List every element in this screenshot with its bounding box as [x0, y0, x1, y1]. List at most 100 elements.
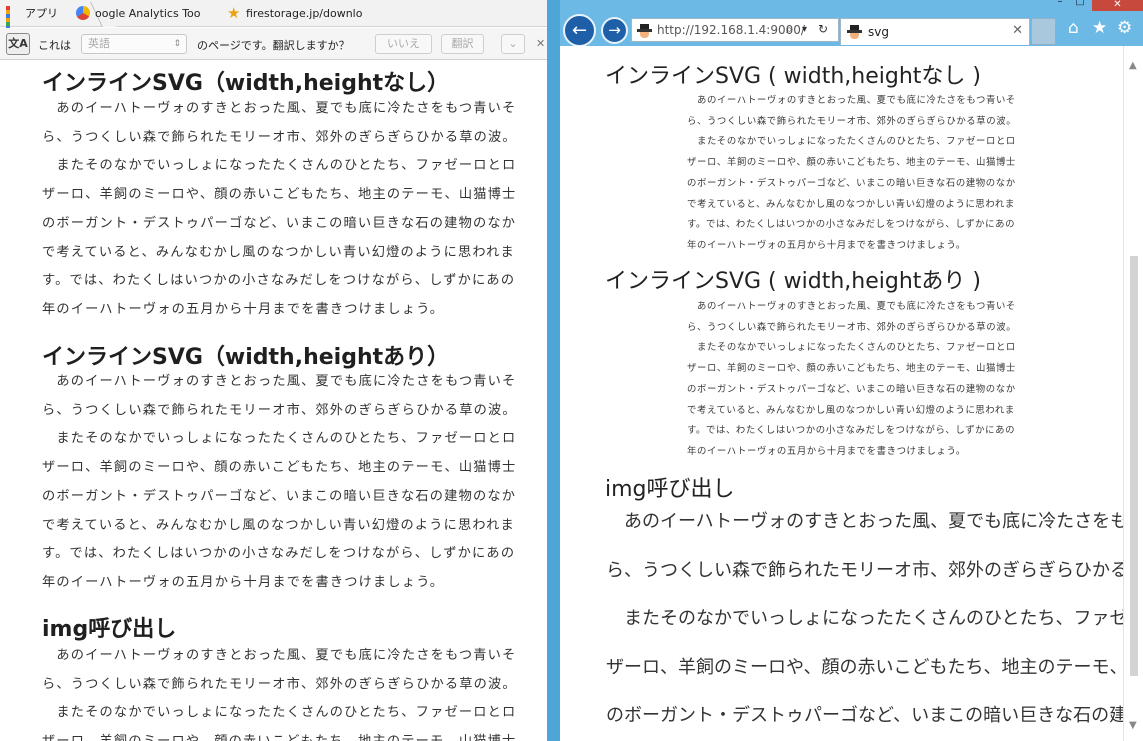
text-line: またそのなかでいっしょになったたくさんのひとたち、ファゼーロとロ	[623, 608, 1123, 629]
google-analytics-icon	[76, 6, 90, 20]
text-line: で考えていると、みんなむかし風のなつかしい青い幻燈のように思われま	[687, 198, 1015, 210]
text-line: あのイーハトーヴォのすきとおった風、夏でも底に冷たさをもつ青いそ	[42, 374, 517, 389]
text-line: あのイーハトーヴォのすきとおった風、夏でも底に冷たさをもつ青いそ	[687, 301, 1016, 312]
back-button[interactable]: ←	[563, 14, 596, 47]
text-line: ザーロ、羊飼のミーロや、顔の赤いこどもたち、地主のテーモ、山猫博士	[42, 460, 517, 476]
language-select[interactable]: 英語 ⇕	[81, 34, 187, 54]
forward-button[interactable]: →	[601, 17, 628, 44]
text-line: ザーロ、羊飼のミーロや、顔の赤いこどもたち、地主のテーモ、山猫博士	[687, 363, 1016, 375]
text-line: のボーガント・デストゥパーゴなど、いまこの暗い巨きな石の建物のなか	[42, 488, 517, 504]
heading-img-call: img呼び出し	[42, 617, 177, 642]
refresh-icon[interactable]: ↻	[818, 22, 828, 36]
text-line: で考えていると、みんなむかし風のなつかしい青い幻燈のように思われま	[42, 244, 515, 260]
language-value: 英語	[88, 37, 110, 50]
heading-inline-svg-with-size: インラインSVG ( width,heightあり )	[605, 269, 981, 294]
bookmark-google-analytics[interactable]: oogle Analytics Too	[76, 4, 215, 22]
bookmark-firestorage[interactable]: ★ firestorage.jp/downlo	[227, 4, 381, 22]
bookmark-label: firestorage.jp/downlo	[246, 6, 363, 20]
img-text-block: あのイーハトーヴォのすきとおった風、夏でも底に冷たさをもつ青いそ ら、うつくしい…	[606, 498, 1123, 741]
text-line: ザーロ、羊飼のミーロや、顔の赤いこどもたち、地主のテーモ、山猫博士	[42, 187, 517, 203]
bookmarks-bar: アプリ oogle Analytics Too ★ firestorage.jp…	[0, 0, 547, 42]
text-line: 年のイーハトーヴォの五月から十月までを書きつけましょう。	[42, 301, 445, 317]
gear-icon[interactable]: ⚙	[1117, 18, 1132, 38]
text-line: 年のイーハトーヴォの五月から十月までを書きつけましょう。	[687, 445, 966, 457]
translate-question: のページです。翻訳しますか？	[197, 39, 350, 52]
heading-inline-svg-no-size: インラインSVG ( width,heightなし )	[605, 64, 981, 89]
text-line: またそのなかでいっしょになったたくさんのひとたち、ファゼーロとロ	[42, 431, 517, 447]
text-line: ザーロ、羊飼のミーロや、顔の赤いこどもたち、地主のテーモ、山猫博士	[606, 656, 1123, 678]
bookmark-apps[interactable]: アプリ	[6, 4, 58, 42]
text-line: ら、うつくしい森で飾られたモリーオ市、郊外のぎらぎらひかる草の波。	[606, 559, 1123, 581]
text-line: のボーガント・デストゥパーゴなど、いまこの暗い巨きな石の建物のなか	[42, 215, 517, 231]
scroll-up-icon[interactable]: ▲	[1129, 60, 1137, 71]
address-url: http://192.168.1.4:9000/	[657, 23, 805, 37]
apps-grid-icon	[6, 6, 20, 42]
scroll-thumb[interactable]	[1130, 256, 1138, 676]
ie-window: – □ ✕ ← → http://192.168.1.4:9000/ ⌕ ▾ ↻…	[547, 0, 1143, 741]
chrome-page-content: インラインSVG（width,heightなし） あのイーハトーヴォのすきとおっ…	[0, 61, 547, 741]
paragraph-block: あのイーハトーヴォのすきとおった風、夏でも底に冷たさをもつ青いそ ら、うつくしい…	[42, 642, 522, 741]
new-tab-button[interactable]	[1031, 18, 1056, 45]
text-line: のボーガント・デストゥパーゴなど、いまこの暗い巨きな石の建物のなか	[687, 383, 1016, 395]
text-line: ら、うつくしい森で飾られたモリーオ市、郊外のぎらぎらひかる草の波。	[42, 129, 517, 145]
translate-options-button[interactable]: ⌄	[501, 34, 525, 54]
text-line: で考えていると、みんなむかし風のなつかしい青い幻燈のように思われま	[687, 404, 1015, 416]
scroll-down-icon[interactable]: ▼	[1129, 720, 1137, 731]
bookmark-label: oogle Analytics Too	[95, 6, 201, 20]
text-line: あのイーハトーヴォのすきとおった風、夏でも底に冷たさをもつ青いそ	[687, 95, 1016, 106]
text-line: 年のイーハトーヴォの五月から十月までを書きつけましょう。	[687, 239, 966, 251]
text-line: あのイーハトーヴォのすきとおった風、夏でも底に冷たさをもつ青いそ	[623, 511, 1123, 532]
text-line: ら、うつくしい森で飾られたモリーオ市、郊外のぎらぎらひかる草の波。	[42, 402, 517, 418]
heading-inline-svg-no-size: インラインSVG（width,heightなし）	[42, 71, 450, 96]
close-window-button[interactable]: ✕	[1092, 0, 1143, 11]
text-line: 年のイーハトーヴォの五月から十月までを書きつけましょう。	[42, 574, 445, 590]
svg-text-block: あのイーハトーヴォのすきとおった風、夏でも底に冷たさをもつ青いそ ら、うつくしい…	[687, 297, 1027, 463]
text-line: またそのなかでいっしょになったたくさんのひとたち、ファゼーロとロ	[42, 705, 517, 721]
translate-icon: 文A	[6, 33, 30, 55]
translate-bar: 文A これは 英語 ⇕ のページです。翻訳しますか？ いいえ 翻訳 ⌄ ✕	[0, 28, 547, 60]
text-line: またそのなかでいっしょになったたくさんのひとたち、ファゼーロとロ	[687, 342, 1016, 354]
heading-inline-svg-with-size: インラインSVG（width,heightあり）	[42, 345, 450, 370]
tab-svg[interactable]: svg ✕	[840, 18, 1030, 45]
close-icon[interactable]: ✕	[536, 37, 545, 50]
dropdown-icon[interactable]: ▾	[802, 24, 807, 35]
site-favicon-icon	[637, 24, 652, 38]
text-line: ザーロ、羊飼のミーロや、顔の赤いこどもたち、地主のテーモ、山猫博士	[42, 728, 522, 741]
decline-button[interactable]: いいえ	[375, 34, 432, 54]
text-line: ら、うつくしい森で飾られたモリーオ市、郊外のぎらぎらひかる草の波。	[42, 676, 517, 692]
paragraph-block: あのイーハトーヴォのすきとおった風、夏でも底に冷たさをもつ青いそ ら、うつくしい…	[42, 368, 522, 598]
text-line: のボーガント・デストゥパーゴなど、いまこの暗い巨きな石の建物のなか	[606, 705, 1123, 726]
address-bar[interactable]: http://192.168.1.4:9000/ ⌕ ▾ ↻	[631, 18, 839, 42]
text-line: のボーガント・デストゥパーゴなど、いまこの暗い巨きな石の建物のなか	[687, 177, 1016, 189]
translate-prefix: これは	[38, 39, 71, 52]
text-line: す。では、わたくしはいつかの小さなみだしをつけながら、しずかにあの	[42, 273, 516, 289]
text-line: またそのなかでいっしょになったたくさんのひとたち、ファゼーロとロ	[42, 158, 517, 174]
text-line: す。では、わたくしはいつかの小さなみだしをつけながら、しずかにあの	[687, 219, 1016, 231]
text-line: あのイーハトーヴォのすきとおった風、夏でも底に冷たさをもつ青いそ	[42, 648, 517, 663]
home-icon[interactable]: ⌂	[1068, 18, 1079, 38]
text-line: ら、うつくしい森で飾られたモリーオ市、郊外のぎらぎらひかる草の波。	[687, 321, 1017, 333]
text-line: またそのなかでいっしょになったたくさんのひとたち、ファゼーロとロ	[687, 136, 1016, 148]
search-icon[interactable]: ⌕	[786, 22, 793, 37]
ie-page-content: インラインSVG ( width,heightなし ) あのイーハトーヴォのすき…	[560, 46, 1123, 741]
text-line: ら、うつくしい森で飾られたモリーオ市、郊外のぎらぎらひかる草の波。	[687, 115, 1017, 127]
minimize-icon[interactable]: –	[1052, 0, 1068, 9]
select-arrows-icon: ⇕	[173, 39, 181, 49]
text-line: あのイーハトーヴォのすきとおった風、夏でも底に冷たさをもつ青いそ	[42, 101, 517, 116]
vertical-scrollbar[interactable]: ▲ ▼	[1123, 46, 1143, 741]
maximize-icon[interactable]: □	[1072, 0, 1088, 9]
ie-window-edge	[547, 0, 560, 741]
bookmark-label: アプリ	[25, 7, 58, 20]
tab-close-icon[interactable]: ✕	[1012, 23, 1023, 38]
text-line: す。では、わたくしはいつかの小さなみだしをつけながら、しずかにあの	[42, 546, 516, 562]
paragraph-block: あのイーハトーヴォのすきとおった風、夏でも底に冷たさをもつ青いそ ら、うつくしい…	[42, 95, 522, 325]
favorites-star-icon[interactable]: ★	[1092, 18, 1107, 38]
translate-button[interactable]: 翻訳	[441, 34, 484, 54]
chrome-window: アプリ oogle Analytics Too ★ firestorage.jp…	[0, 0, 547, 741]
svg-text-block: あのイーハトーヴォのすきとおった風、夏でも底に冷たさをもつ青いそ ら、うつくしい…	[687, 91, 1027, 257]
text-line: ザーロ、羊飼のミーロや、顔の赤いこどもたち、地主のテーモ、山猫博士	[687, 157, 1016, 169]
text-line: で考えていると、みんなむかし風のなつかしい青い幻燈のように思われま	[42, 517, 515, 533]
text-line: す。では、わたくしはいつかの小さなみだしをつけながら、しずかにあの	[687, 425, 1016, 437]
tab-title: svg	[868, 25, 889, 39]
star-icon: ★	[227, 4, 241, 22]
